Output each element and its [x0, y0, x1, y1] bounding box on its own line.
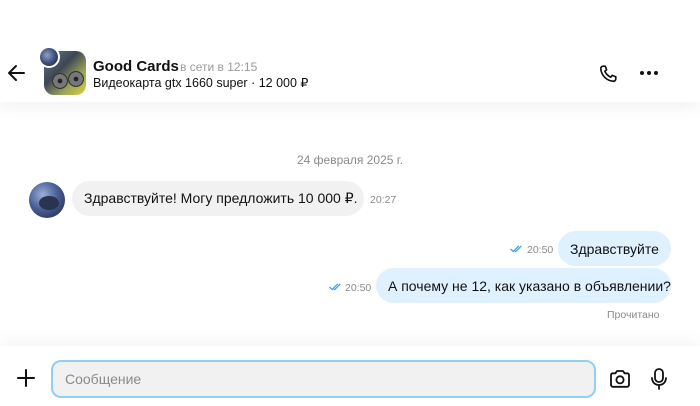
plus-icon: [17, 369, 35, 387]
message-bubble-outgoing[interactable]: А почему не 12, как указано в объявлении…: [376, 268, 671, 303]
product-title[interactable]: Видеокарта gtx 1660 super · 12 000 ₽: [93, 75, 308, 90]
message-bubble-outgoing[interactable]: Здравствуйте: [558, 231, 671, 266]
message-time: 20:50: [345, 282, 372, 294]
call-button[interactable]: [597, 63, 619, 85]
message-bubble-incoming[interactable]: Здравствуйте! Могу предложить 10 000 ₽.: [72, 181, 364, 216]
double-check-icon: [510, 245, 522, 253]
read-status: Прочитано: [607, 309, 660, 321]
microphone-button[interactable]: [649, 367, 669, 391]
sender-avatar[interactable]: [29, 182, 65, 218]
double-check-icon: [329, 283, 341, 291]
add-attachment-button[interactable]: [15, 367, 37, 389]
arrow-left-icon: [8, 65, 25, 81]
date-separator: 24 февраля 2025 г.: [296, 153, 404, 167]
back-button[interactable]: [6, 62, 28, 84]
chat-header: Good Cards в сети в 12:15 Видеокарта gtx…: [0, 0, 700, 102]
message-text: А почему не 12, как указано в объявлении…: [388, 277, 671, 294]
seller-status: в сети в 12:15: [180, 60, 258, 74]
more-horizontal-icon: [640, 71, 658, 75]
message-composer: [0, 346, 700, 406]
phone-icon: [599, 65, 617, 83]
message-time: 20:50: [527, 244, 554, 256]
message-text: Здравствуйте: [570, 240, 659, 257]
camera-button[interactable]: [609, 369, 631, 389]
seller-avatar[interactable]: [38, 46, 60, 68]
message-time: 20:27: [370, 194, 397, 206]
more-button[interactable]: [638, 62, 660, 84]
seller-name[interactable]: Good Cards: [93, 58, 179, 75]
message-text: Здравствуйте! Могу предложить 10 000 ₽.: [84, 190, 358, 206]
camera-icon: [610, 370, 630, 388]
message-input[interactable]: [51, 360, 596, 398]
microphone-icon: [651, 368, 667, 390]
